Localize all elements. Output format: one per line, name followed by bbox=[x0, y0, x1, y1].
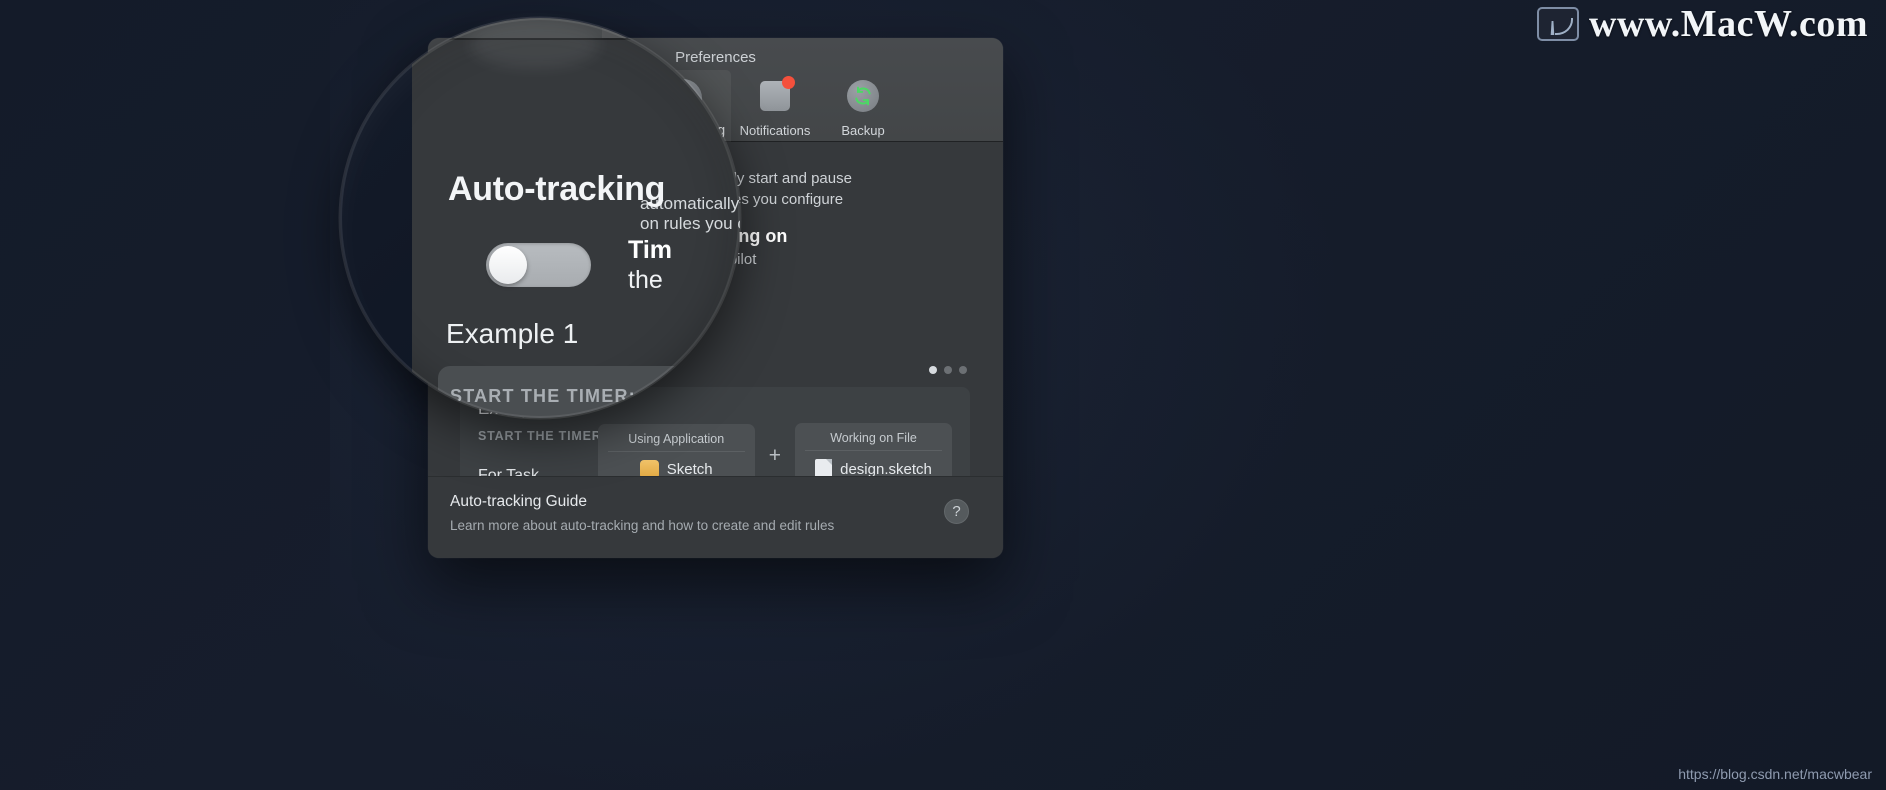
help-button[interactable]: ? bbox=[944, 499, 969, 524]
pager-dot-1[interactable] bbox=[929, 366, 937, 374]
pager-dot-3[interactable] bbox=[959, 366, 967, 374]
magnifier-subheading-fragment: the bbox=[628, 266, 663, 294]
magnifier-example-title: Example 1 bbox=[446, 318, 579, 349]
guide-subtitle: Learn more about auto-tracking and how t… bbox=[450, 518, 835, 533]
plus-sign: + bbox=[768, 444, 781, 467]
auto-tracking-toggle[interactable] bbox=[486, 243, 591, 287]
tab-notifications[interactable]: Notifications bbox=[731, 70, 819, 142]
magnifier-selected-tab bbox=[602, 18, 720, 38]
tab-backup-label: Backup bbox=[841, 123, 885, 138]
blog-url: https://blog.csdn.net/macwbear bbox=[1678, 766, 1872, 782]
carousel-pager[interactable] bbox=[929, 366, 967, 374]
tab-backup[interactable]: Backup bbox=[819, 70, 907, 142]
magnifier-heading-fragment: Tim bbox=[628, 236, 672, 264]
guide-title: Auto-tracking Guide bbox=[450, 493, 587, 510]
notification-square-icon bbox=[755, 76, 795, 116]
chip-head-file: Working on File bbox=[805, 431, 942, 451]
magnifier-lens: automatically start and pause on rules y… bbox=[340, 18, 740, 418]
notification-badge bbox=[782, 76, 795, 89]
tab-notifications-label: Notifications bbox=[739, 123, 811, 138]
example-section-label: START THE TIMER: bbox=[478, 429, 607, 443]
chip-head-application: Using Application bbox=[607, 432, 745, 452]
magnifier-desktop-edge bbox=[340, 18, 412, 418]
magnifier-desc-line2: on rules you configure bbox=[640, 214, 740, 233]
magnifier-heading: Auto-tracking bbox=[448, 170, 666, 208]
pager-dot-2[interactable] bbox=[944, 366, 952, 374]
refresh-circle-icon bbox=[843, 76, 883, 116]
watermark-text: www.MacW.com bbox=[1589, 3, 1868, 45]
guide-footer: Auto-tracking Guide Learn more about aut… bbox=[428, 476, 1003, 558]
screen: www.MacW.com https://blog.csdn.net/macwb… bbox=[0, 0, 1886, 790]
magnifier-section-label: START THE TIMER: bbox=[450, 386, 636, 406]
magnifier-content: automatically start and pause on rules y… bbox=[340, 18, 740, 418]
magnifier-toolbar-rule bbox=[412, 38, 740, 40]
watermark: www.MacW.com bbox=[1537, 2, 1868, 46]
monitor-icon bbox=[1537, 7, 1579, 41]
